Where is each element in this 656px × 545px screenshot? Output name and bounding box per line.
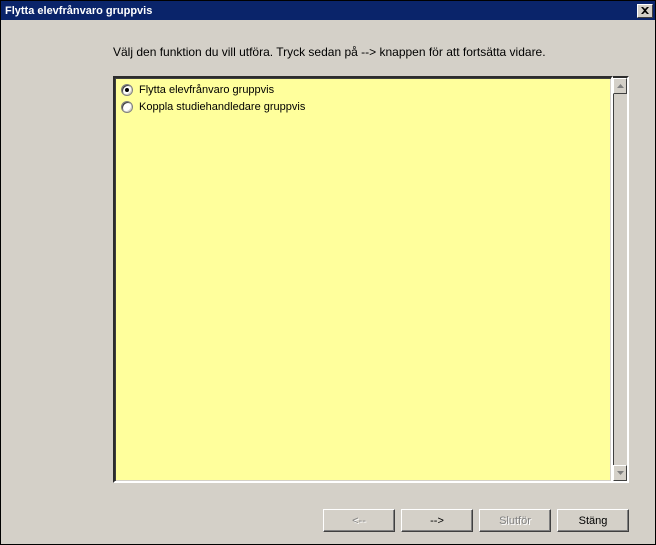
client-area: Välj den funktion du vill utföra. Tryck … [1,20,655,544]
titlebar: Flytta elevfrånvaro gruppvis [1,1,655,20]
button-row: <-- --> Slutför Stäng [27,509,629,532]
finish-label: Slutför [499,515,531,527]
close-icon[interactable] [637,4,653,18]
option-label: Koppla studiehandledare gruppvis [139,101,305,113]
scrollbar[interactable] [613,76,629,483]
options-panel: Flytta elevfrånvaro gruppvis Koppla stud… [113,76,629,483]
scroll-down-icon[interactable] [613,465,627,481]
close-button[interactable]: Stäng [557,509,629,532]
radio-icon [121,84,133,96]
option-label: Flytta elevfrånvaro gruppvis [139,84,274,96]
scroll-up-icon[interactable] [613,78,627,94]
option-flytta[interactable]: Flytta elevfrånvaro gruppvis [115,81,611,98]
window-title: Flytta elevfrånvaro gruppvis [5,5,637,17]
options-list: Flytta elevfrånvaro gruppvis Koppla stud… [113,76,613,483]
next-button[interactable]: --> [401,509,473,532]
radio-icon [121,101,133,113]
close-label: Stäng [579,515,608,527]
back-button[interactable]: <-- [323,509,395,532]
finish-button[interactable]: Slutför [479,509,551,532]
dialog-window: Flytta elevfrånvaro gruppvis Välj den fu… [0,0,656,545]
arrow-left-icon: <-- [352,515,366,527]
arrow-right-icon: --> [430,515,444,527]
option-koppla[interactable]: Koppla studiehandledare gruppvis [115,98,611,115]
instruction-text: Välj den funktion du vill utföra. Tryck … [113,44,613,60]
